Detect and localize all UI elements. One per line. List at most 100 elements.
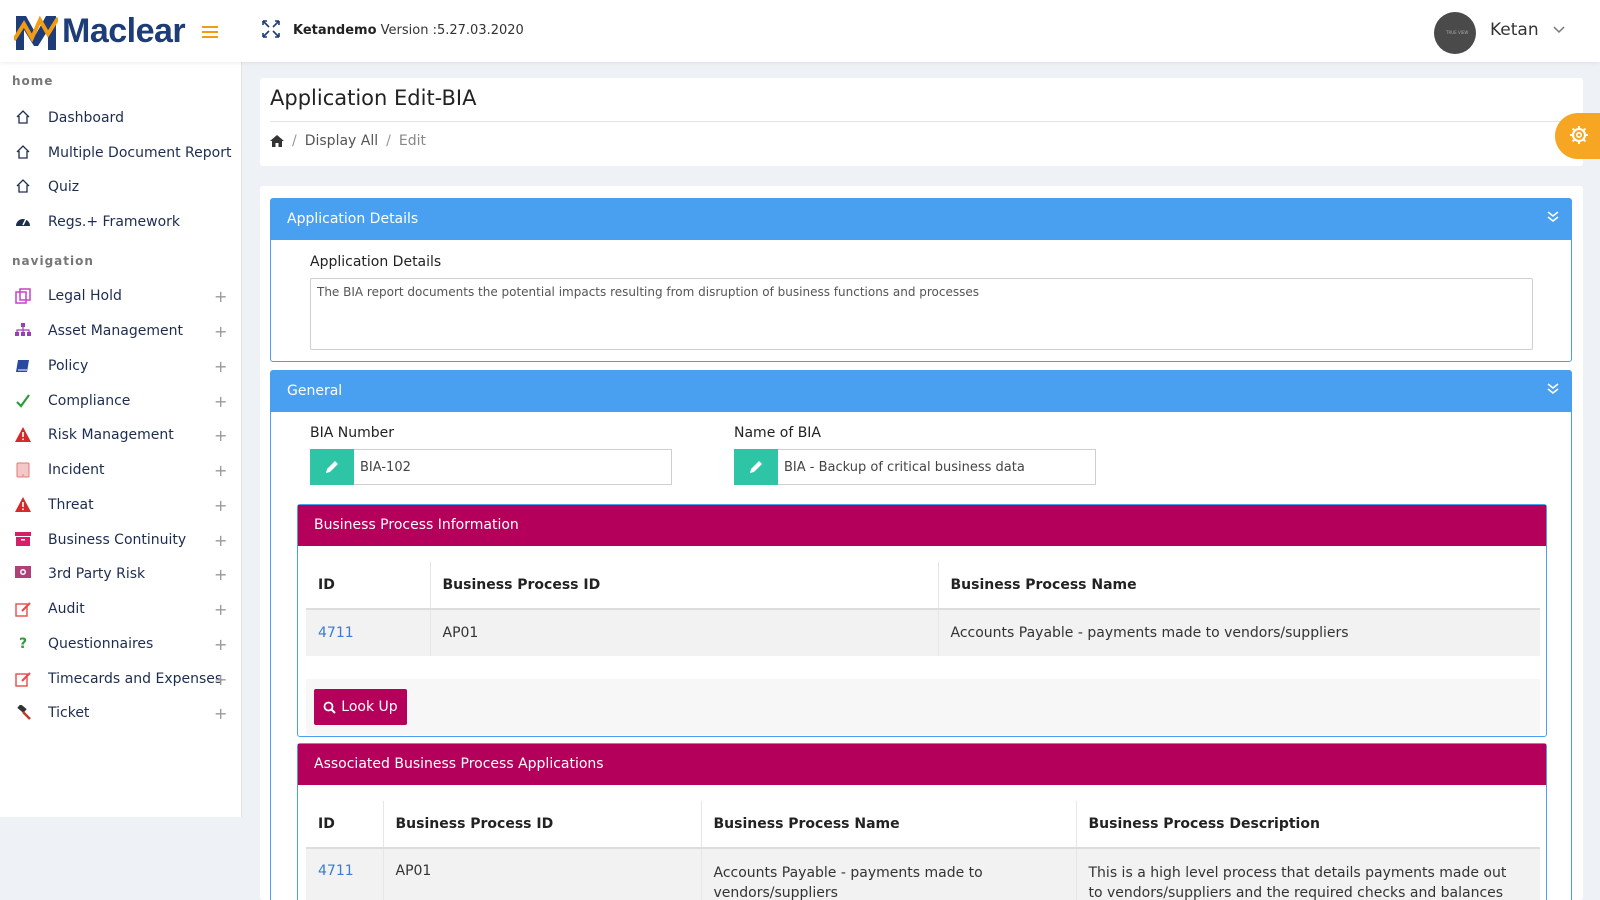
bia-name-field-group: [734, 449, 1096, 485]
expand-icon[interactable]: +: [214, 670, 227, 689]
sitemap-icon: [15, 323, 31, 339]
application-details-header[interactable]: Application Details: [271, 199, 1571, 240]
sidebar-section-home: home: [12, 74, 54, 88]
breadcrumb-separator: /: [292, 133, 297, 149]
row-id-link[interactable]: 4711: [306, 609, 431, 656]
sidebar-item-dashboard[interactable]: Dashboard: [0, 103, 242, 133]
column-header[interactable]: Business Process Description: [1076, 801, 1540, 849]
sidebar-item-regs-framework[interactable]: Regs.+ Framework: [0, 207, 242, 237]
sidebar-item-policy[interactable]: Policy +: [0, 351, 242, 381]
gavel-icon: [15, 704, 31, 721]
look-up-button[interactable]: Look Up: [314, 689, 407, 725]
row-process-id: AP01: [430, 609, 939, 656]
sidebar-item-label: Legal Hold: [48, 288, 122, 304]
expand-icon[interactable]: +: [214, 392, 227, 411]
table-row: 4711 AP01 Accounts Payable - payments ma…: [306, 848, 1540, 900]
sidebar-item-label: Regs.+ Framework: [48, 214, 181, 230]
expand-icon[interactable]: +: [214, 496, 227, 515]
sidebar-item-3rd-party-risk[interactable]: 3rd Party Risk +: [0, 559, 242, 589]
expand-icon[interactable]: +: [214, 531, 227, 550]
sidebar-item-threat[interactable]: Threat +: [0, 490, 242, 520]
associated-apps-panel: Associated Business Process Applications…: [297, 743, 1547, 900]
brand-logo[interactable]: Maclear: [14, 10, 186, 52]
column-header[interactable]: ID: [306, 562, 431, 610]
table-row: 4711 AP01 Accounts Payable - payments ma…: [306, 609, 1540, 656]
sidebar-item-label: Questionnaires: [48, 636, 154, 652]
avatar[interactable]: TRUE VIEW: [1434, 12, 1476, 54]
sidebar-item-incident[interactable]: Incident +: [0, 455, 242, 485]
money-icon: [15, 566, 31, 582]
row-process-id: AP01: [383, 848, 702, 900]
sidebar-item-label: 3rd Party Risk: [48, 566, 146, 582]
chevron-down-icon[interactable]: [1553, 24, 1565, 37]
column-header[interactable]: Business Process Name: [938, 562, 1540, 610]
sidebar-item-label: Audit: [48, 601, 85, 617]
copy-icon: [15, 288, 31, 304]
avatar-text: TRUE VIEW: [1446, 30, 1469, 35]
expand-icon[interactable]: +: [214, 426, 227, 445]
menu-toggle-icon[interactable]: [202, 26, 218, 39]
expand-icon[interactable]: +: [214, 600, 227, 619]
column-header[interactable]: Business Process ID: [430, 562, 939, 610]
sidebar-item-label: Risk Management: [48, 427, 174, 443]
user-name[interactable]: Ketan: [1490, 20, 1539, 40]
sidebar-item-label: Ticket: [48, 705, 90, 721]
bia-number-input[interactable]: [354, 449, 672, 485]
application-details-textarea[interactable]: The BIA report documents the potential i…: [310, 278, 1533, 350]
id-link[interactable]: 4711: [318, 863, 354, 879]
top-bar: Maclear Ketandemo Version :5.27.03.2020 …: [0, 0, 1600, 62]
expand-icon[interactable]: +: [214, 287, 227, 306]
sidebar-item-multiple-document-report[interactable]: Multiple Document Report: [0, 138, 242, 168]
collapse-chevron-icon[interactable]: [1547, 371, 1559, 412]
breadcrumb-separator: /: [386, 133, 391, 149]
question-icon: ?: [18, 636, 28, 652]
table-header-row: ID Business Process ID Business Process …: [306, 801, 1540, 849]
sidebar-item-quiz[interactable]: Quiz: [0, 172, 242, 202]
general-header[interactable]: General: [271, 371, 1571, 412]
sidebar-item-ticket[interactable]: Ticket +: [0, 698, 242, 728]
panel-title: Application Details: [287, 211, 419, 227]
page-header: Application Edit-BIA / Display All / Edi…: [260, 78, 1583, 166]
expand-icon[interactable]: +: [214, 565, 227, 584]
sidebar-item-timecards[interactable]: Timecards and Expenses +: [0, 664, 242, 694]
associated-apps-header: Associated Business Process Applications: [298, 744, 1546, 785]
id-link[interactable]: 4711: [318, 625, 354, 641]
expand-icon[interactable]: +: [214, 704, 227, 723]
sidebar-item-label: Dashboard: [48, 110, 124, 126]
book-icon: [15, 358, 31, 374]
pencil-icon: [310, 449, 354, 485]
sidebar-item-asset-management[interactable]: Asset Management +: [0, 316, 242, 346]
row-process-description: This is a high level process that detail…: [1076, 848, 1540, 900]
home-icon: [15, 110, 31, 126]
row-id-link[interactable]: 4711: [306, 848, 384, 900]
expand-icon[interactable]: +: [214, 461, 227, 480]
breadcrumb-display-all[interactable]: Display All: [305, 133, 378, 149]
settings-button[interactable]: [1555, 113, 1600, 159]
fullscreen-icon[interactable]: [262, 20, 280, 38]
table-header-row: ID Business Process ID Business Process …: [306, 562, 1540, 610]
main-content: Application Details Application Details …: [260, 186, 1583, 900]
sidebar-item-business-continuity[interactable]: Business Continuity +: [0, 525, 242, 555]
home-icon[interactable]: [270, 135, 284, 147]
sidebar-item-audit[interactable]: Audit +: [0, 594, 242, 624]
general-panel: General BIA Number Name of BIA Business …: [270, 370, 1572, 900]
application-details-label: Application Details: [310, 254, 442, 270]
page-title: Application Edit-BIA: [270, 86, 477, 110]
look-up-label: Look Up: [341, 699, 398, 715]
bia-name-input[interactable]: [778, 449, 1096, 485]
sidebar-item-risk-management[interactable]: Risk Management +: [0, 420, 242, 450]
sidebar-item-questionnaires[interactable]: ? Questionnaires +: [0, 629, 242, 659]
breadcrumb-current: Edit: [398, 133, 426, 149]
expand-icon[interactable]: +: [214, 357, 227, 376]
sidebar-item-label: Policy: [48, 358, 89, 374]
column-header[interactable]: Business Process Name: [701, 801, 1077, 849]
expand-icon[interactable]: +: [214, 322, 227, 341]
sidebar-item-compliance[interactable]: Compliance +: [0, 386, 242, 416]
expand-icon[interactable]: +: [214, 635, 227, 654]
sidebar-item-legal-hold[interactable]: Legal Hold +: [0, 281, 242, 311]
collapse-chevron-icon[interactable]: [1547, 199, 1559, 240]
column-header[interactable]: Business Process ID: [383, 801, 702, 849]
tablet-icon: [15, 462, 31, 478]
column-header[interactable]: ID: [306, 801, 384, 849]
bia-name-label: Name of BIA: [734, 425, 822, 441]
